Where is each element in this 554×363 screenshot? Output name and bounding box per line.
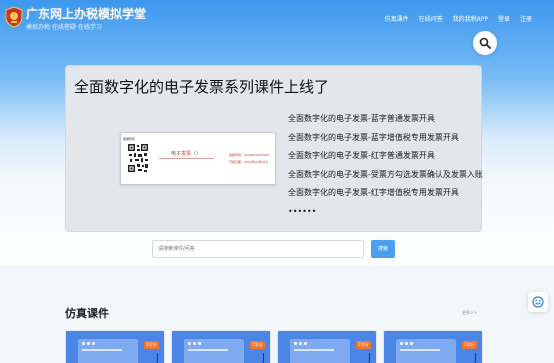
magnifier-icon <box>479 37 491 49</box>
cable-illustration <box>254 353 264 363</box>
site-header: 广东网上办税模拟学堂 模拟办税·在线答疑·在线学习 仿真课件 在线问答 我的我税… <box>0 0 554 34</box>
cable-illustration <box>148 353 158 363</box>
promo-banner[interactable]: 全面数字化的电子发票系列课件上线了 票据预览 电子发票（） 发票号码：22442… <box>65 65 483 232</box>
site-title[interactable]: 广东网上办税模拟学堂 <box>26 5 146 22</box>
credit-badge: 1学分 <box>356 341 371 349</box>
customer-service-icon <box>532 296 544 308</box>
more-link[interactable]: 更多>> <box>462 310 477 316</box>
credit-badge: 1学分 <box>462 341 477 349</box>
top-nav: 仿真课件 在线问答 我的我税APP 登录 注册 <box>385 14 532 23</box>
course-card[interactable]: 1学分 <box>65 330 165 363</box>
course-item[interactable]: 全面数字化的电子发票-红字增值税专用发票开具 <box>288 184 483 203</box>
course-card[interactable]: 1学分 <box>277 330 377 363</box>
invoice-number: 发票号码：2244201000000 <box>229 153 269 157</box>
course-item[interactable]: 全面数字化的电子发票-受票方勾选发票确认及发票入账 <box>288 166 483 185</box>
window-dots <box>82 342 95 345</box>
credit-badge: 1学分 <box>250 341 265 349</box>
nav-app[interactable]: 我的我税APP <box>453 14 488 23</box>
screen-line <box>400 349 440 351</box>
site-subtitle: 模拟办税·在线答疑·在线学习 <box>26 24 102 31</box>
invoice-date: 开票日期：2022年02月02日 <box>229 160 269 164</box>
screen-line <box>82 349 122 351</box>
course-item[interactable]: 全面数字化的电子发票-蓝字普通发票开具 <box>288 110 483 129</box>
invoice-divider <box>159 158 214 159</box>
window-dots <box>188 342 201 345</box>
window-dots <box>294 342 307 345</box>
card-thumbnail: 1学分 <box>66 331 164 363</box>
search-toggle-button[interactable] <box>473 31 497 55</box>
banner-title: 全面数字化的电子发票系列课件上线了 <box>74 78 330 96</box>
tax-emblem-icon <box>5 6 23 28</box>
search-button[interactable]: 搜索 <box>371 240 395 258</box>
invoice-name: 电子发票（） <box>171 151 202 157</box>
section-title: 仿真课件 <box>65 307 109 320</box>
course-card[interactable]: 1学分 <box>171 330 271 363</box>
cable-illustration <box>360 353 370 363</box>
screen-line <box>188 349 228 351</box>
nav-qa[interactable]: 在线问答 <box>419 14 443 23</box>
card-thumbnail: 1学分 <box>172 331 270 363</box>
cable-illustration <box>466 353 476 363</box>
nav-courseware[interactable]: 仿真课件 <box>385 14 409 23</box>
screen-line <box>294 349 334 351</box>
card-thumbnail: 1学分 <box>384 331 482 363</box>
credit-badge: 1学分 <box>144 341 159 349</box>
nav-login[interactable]: 登录 <box>498 14 510 23</box>
qr-code-icon <box>127 143 149 173</box>
course-ellipsis: •••••• <box>288 206 317 216</box>
course-item[interactable]: 全面数字化的电子发票-蓝字增值税专用发票开具 <box>288 129 483 148</box>
nav-register[interactable]: 注册 <box>520 14 532 23</box>
search-input[interactable] <box>152 240 364 258</box>
course-card[interactable]: 1学分 <box>383 330 483 363</box>
course-item[interactable]: 全面数字化的电子发票-红字普通发票开具 <box>288 147 483 166</box>
window-dots <box>400 342 413 345</box>
invoice-label: 票据预览 <box>123 137 136 141</box>
card-thumbnail: 1学分 <box>278 331 376 363</box>
course-list: 全面数字化的电子发票-蓝字普通发票开具 全面数字化的电子发票-蓝字增值税专用发票… <box>288 110 483 221</box>
customer-service-button[interactable] <box>528 292 548 312</box>
invoice-illustration: 票据预览 电子发票（） 发票号码：2244201000000 开票日期：2022… <box>120 132 276 185</box>
